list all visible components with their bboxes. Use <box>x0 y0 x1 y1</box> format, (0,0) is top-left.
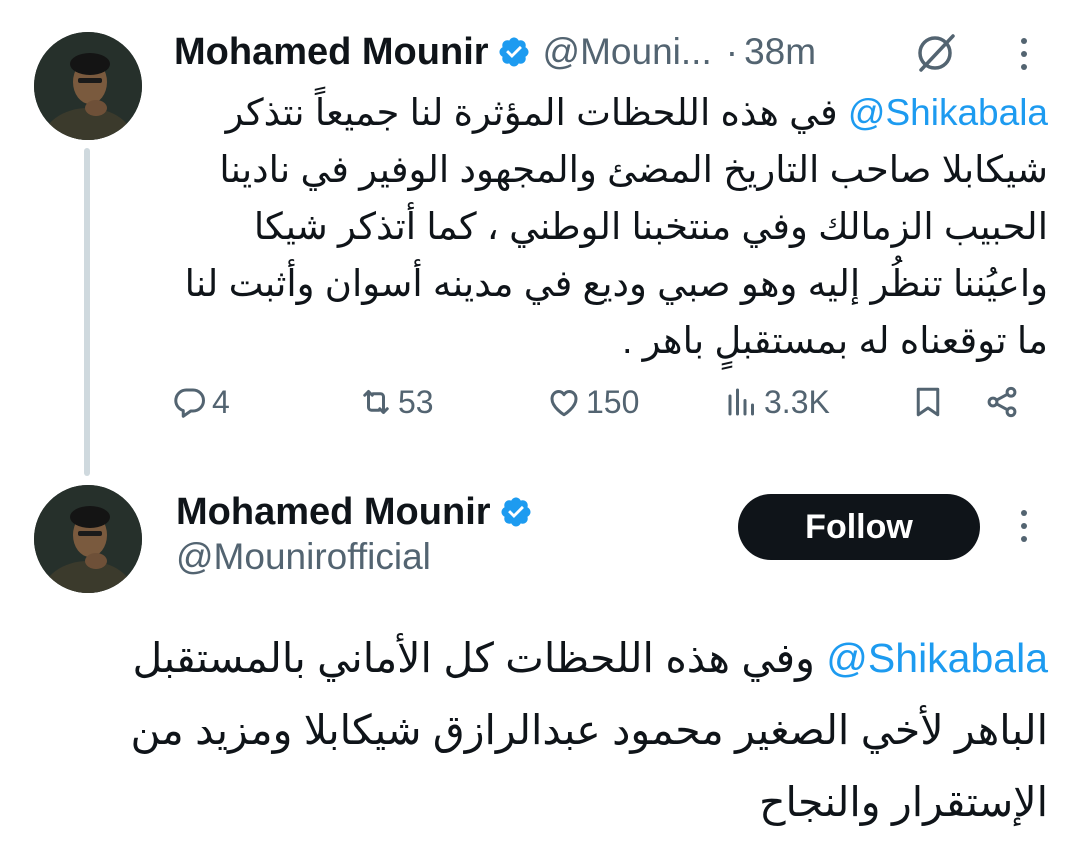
retweet-count: 53 <box>398 383 434 420</box>
handle[interactable]: @Mounirofficial <box>176 536 431 578</box>
bookmark-button[interactable] <box>910 374 946 430</box>
tweet-text: @Shikabala وفي هذه اللحظات كل الأماني با… <box>40 622 1049 838</box>
views-icon <box>728 388 754 416</box>
reply-count: 4 <box>212 383 230 420</box>
timestamp[interactable]: 38m <box>744 31 816 73</box>
grok-icon[interactable] <box>912 30 958 76</box>
mention-link[interactable]: @Shikabala <box>848 92 1048 133</box>
follow-button[interactable]: Follow <box>738 494 980 560</box>
like-count: 150 <box>586 383 640 420</box>
mention-link[interactable]: @Shikabala <box>826 635 1048 681</box>
verified-badge-icon <box>499 37 529 67</box>
verified-badge-icon <box>501 497 531 527</box>
tweet-actions: 4 53 150 3.3K <box>172 374 1032 430</box>
tweet-header: Mohamed Mounir @Mouni... · 38m <box>174 26 816 78</box>
display-name[interactable]: Mohamed Mounir <box>176 491 491 534</box>
bookmark-icon <box>916 387 940 417</box>
tweet-text: @Shikabala في هذه اللحظات المؤثرة لنا جم… <box>174 84 1048 369</box>
reply-icon <box>174 388 205 418</box>
more-vertical-icon[interactable] <box>1018 508 1030 544</box>
avatar[interactable] <box>34 32 142 140</box>
more-vertical-icon[interactable] <box>1018 36 1030 72</box>
views-button[interactable]: 3.3K <box>724 374 830 430</box>
retweet-button[interactable]: 53 <box>358 374 434 430</box>
like-button[interactable]: 150 <box>546 374 639 430</box>
avatar[interactable] <box>34 485 142 593</box>
display-name[interactable]: Mohamed Mounir <box>174 31 489 74</box>
author-name-row: Mohamed Mounir <box>176 486 533 538</box>
share-button[interactable] <box>984 374 1020 430</box>
thread-line <box>84 148 90 476</box>
reply-button[interactable]: 4 <box>172 374 230 430</box>
separator: · <box>725 31 739 72</box>
retweet-icon <box>363 390 389 414</box>
view-count: 3.3K <box>764 383 830 420</box>
handle[interactable]: @Mouni... <box>543 31 712 73</box>
share-icon <box>987 386 1017 418</box>
heart-icon <box>550 390 578 417</box>
